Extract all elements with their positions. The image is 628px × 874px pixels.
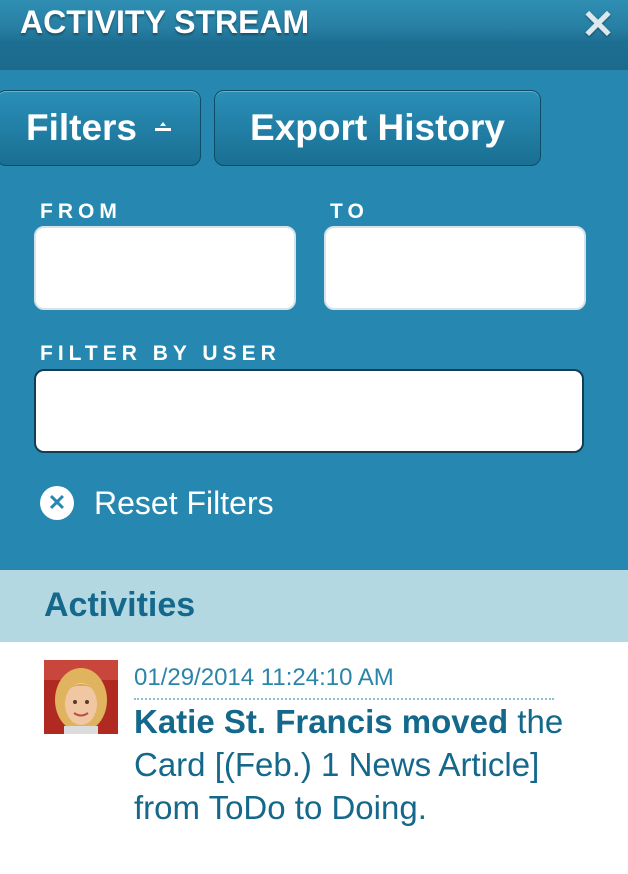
header-bar: ACTIVITY STREAM ✕: [0, 0, 628, 70]
reset-filters-label: Reset Filters: [94, 484, 274, 521]
activity-message: Katie St. Francis moved the Card [(Feb.)…: [134, 700, 604, 829]
from-date-input[interactable]: [34, 226, 296, 310]
filter-by-user-input[interactable]: [34, 369, 584, 453]
caret-up-icon: [155, 122, 172, 134]
activity-actor: Katie St. Francis moved: [134, 703, 509, 740]
export-history-label: Export History: [250, 107, 505, 148]
to-date-input[interactable]: [324, 226, 586, 310]
activities-header: Activities: [0, 570, 628, 642]
page-title: ACTIVITY STREAM: [20, 4, 310, 40]
activities-heading: Activities: [44, 586, 196, 624]
filter-by-user-label: FILTER BY USER: [40, 342, 281, 365]
to-label: TO: [330, 200, 369, 223]
reset-filters-button[interactable]: ✕ Reset Filters: [40, 482, 274, 524]
avatar-image: [44, 660, 118, 734]
filters-button[interactable]: Filters: [0, 90, 201, 166]
from-label: FROM: [40, 200, 122, 223]
export-history-button[interactable]: Export History: [214, 90, 541, 166]
activity-timestamp: 01/29/2014 11:24:10 AM: [134, 664, 554, 700]
avatar: [44, 660, 118, 734]
close-icon[interactable]: ✕: [578, 5, 618, 45]
close-circle-icon: ✕: [40, 486, 74, 520]
filters-button-label: Filters: [25, 107, 138, 148]
